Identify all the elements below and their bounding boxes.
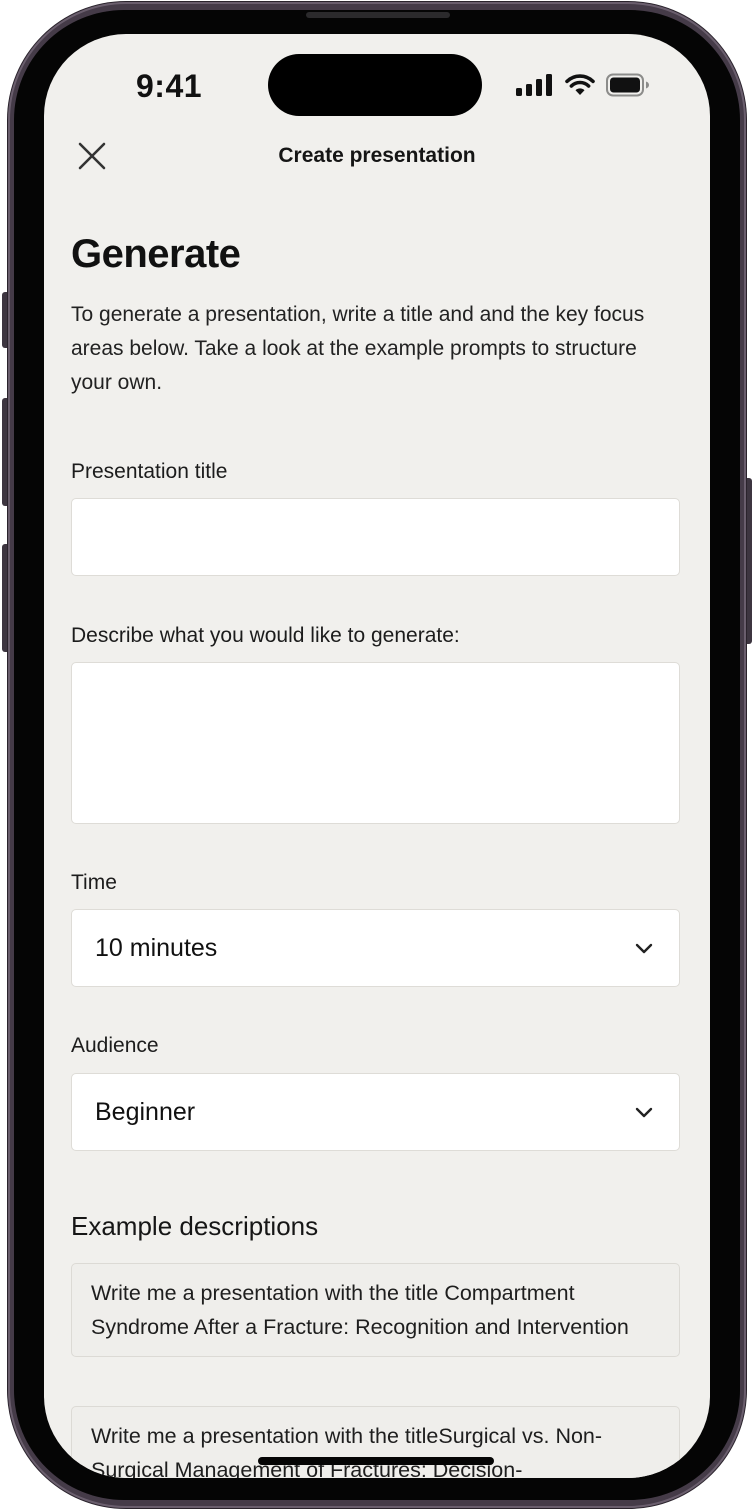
dynamic-island bbox=[268, 54, 482, 116]
screen: 9:41 Create presentation Generate To gen… bbox=[44, 34, 710, 1478]
intro-text: To generate a presentation, write a titl… bbox=[71, 303, 645, 394]
time-label: Time bbox=[71, 871, 117, 894]
cellular-signal-icon bbox=[516, 74, 552, 96]
home-indicator bbox=[258, 1457, 494, 1465]
chevron-down-icon bbox=[635, 1107, 653, 1118]
time-select[interactable]: 10 minutes bbox=[71, 909, 680, 987]
audience-select[interactable]: Beginner bbox=[71, 1073, 680, 1151]
status-time: 9:41 bbox=[136, 68, 203, 104]
battery-icon bbox=[606, 73, 649, 97]
audience-select-value: Beginner bbox=[95, 1098, 196, 1126]
description-label: Describe what you would like to generate… bbox=[71, 624, 460, 647]
presentation-title-input[interactable] bbox=[71, 498, 680, 576]
chevron-down-icon bbox=[635, 943, 653, 954]
status-icons bbox=[516, 72, 650, 98]
page-title: Generate bbox=[71, 232, 241, 276]
earpiece-slit bbox=[306, 12, 450, 18]
example-description-card[interactable]: Write me a presentation with the title C… bbox=[71, 1263, 680, 1357]
audience-label: Audience bbox=[71, 1034, 159, 1057]
example-description-card[interactable]: Write me a presentation with the titleSu… bbox=[71, 1406, 680, 1478]
examples-heading: Example descriptions bbox=[71, 1211, 319, 1241]
header-title: Create presentation bbox=[278, 144, 476, 167]
presentation-title-label: Presentation title bbox=[71, 460, 228, 483]
wifi-icon bbox=[565, 74, 595, 95]
time-select-value: 10 minutes bbox=[95, 934, 218, 962]
description-textarea[interactable] bbox=[71, 662, 680, 824]
